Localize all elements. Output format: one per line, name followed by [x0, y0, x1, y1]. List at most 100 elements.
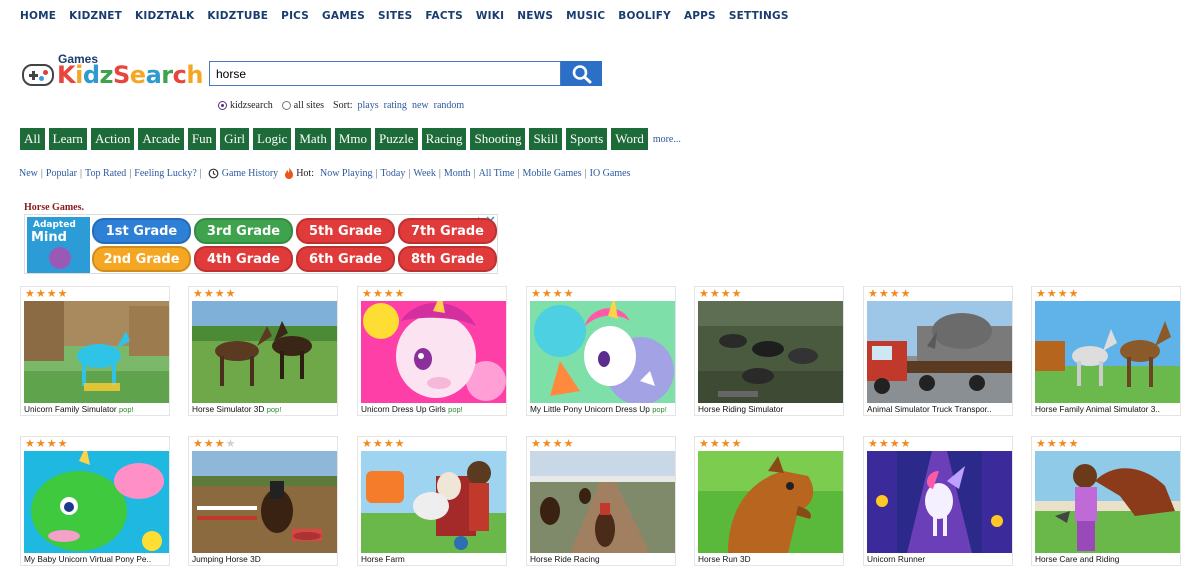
grade-button[interactable]: 3rd Grade	[194, 218, 293, 244]
nav-link-boolify[interactable]: BOOLIFY	[618, 10, 671, 22]
category-racing[interactable]: Racing	[421, 128, 467, 150]
ad-banner[interactable]: Adapted Mind 1st Grade 3rd Grade 5th Grade…	[24, 214, 498, 274]
game-history-link[interactable]: Game History	[222, 168, 278, 179]
game-thumbnail[interactable]	[530, 301, 675, 403]
game-card[interactable]: ★ ★ ★ ★ My Baby Unicorn Virtual Pony Pe..	[20, 436, 170, 566]
search-input[interactable]	[209, 61, 561, 86]
game-card[interactable]: ★ ★ ★ ★ Horse Riding Simulator	[694, 286, 844, 416]
category-mmo[interactable]: Mmo	[334, 128, 371, 150]
game-thumbnail[interactable]	[698, 451, 843, 553]
filter-top-rated[interactable]: Top Rated	[85, 168, 126, 179]
category-all[interactable]: All	[20, 128, 45, 150]
sort-link-rating[interactable]: rating	[384, 100, 407, 111]
game-thumbnail[interactable]	[867, 301, 1012, 403]
game-title[interactable]: Horse Run 3D	[698, 554, 844, 564]
hot-today[interactable]: Today	[380, 168, 405, 179]
game-card[interactable]: ★ ★ ★ ★ Horse Care and Riding	[1031, 436, 1181, 566]
radio-kidzsearch[interactable]	[218, 101, 227, 110]
category-sports[interactable]: Sports	[566, 128, 608, 150]
category-logic[interactable]: Logic	[253, 128, 292, 150]
filter-feeling-lucky-[interactable]: Feeling Lucky?	[134, 168, 196, 179]
filter-popular[interactable]: Popular	[46, 168, 77, 179]
hot-mobile-games[interactable]: Mobile Games	[522, 168, 581, 179]
category-word[interactable]: Word	[611, 128, 648, 150]
game-title[interactable]: Horse Care and Riding	[1035, 554, 1181, 564]
game-thumbnail[interactable]	[192, 451, 337, 553]
category-shooting[interactable]: Shooting	[470, 128, 526, 150]
game-card[interactable]: ★ ★ ★ ★ Animal Simulator Truck Transpor..	[863, 286, 1013, 416]
game-thumbnail[interactable]	[361, 301, 506, 403]
game-title[interactable]: Unicorn Dress Up Girls pop!	[361, 404, 507, 414]
kidzsearch-logo[interactable]: Games KidzSearch	[22, 52, 203, 92]
sort-link-random[interactable]: random	[434, 100, 465, 111]
category-math[interactable]: Math	[295, 128, 331, 150]
game-title[interactable]: Unicorn Family Simulator pop!	[24, 404, 170, 414]
nav-link-apps[interactable]: APPS	[684, 10, 716, 22]
category-puzzle[interactable]: Puzzle	[375, 128, 418, 150]
category-learn[interactable]: Learn	[48, 128, 87, 150]
game-title[interactable]: My Little Pony Unicorn Dress Up pop!	[530, 404, 676, 414]
game-title[interactable]: Jumping Horse 3D	[192, 554, 338, 564]
game-title[interactable]: Horse Riding Simulator	[698, 404, 844, 414]
filter-new[interactable]: New	[19, 168, 38, 179]
hot-io-games[interactable]: IO Games	[590, 168, 631, 179]
game-card[interactable]: ★ ★ ★ ★ Unicorn Dress Up Girls pop!	[357, 286, 507, 416]
more-categories-link[interactable]: more...	[653, 134, 681, 145]
game-card[interactable]: ★ ★ ★ ★ Jumping Horse 3D	[188, 436, 338, 566]
nav-link-wiki[interactable]: WIKI	[476, 10, 504, 22]
game-history[interactable]: Game History	[208, 168, 278, 179]
game-title[interactable]: Horse Farm	[361, 554, 507, 564]
radio-allsites[interactable]	[281, 101, 291, 110]
search-button[interactable]	[561, 61, 602, 86]
grade-button[interactable]: 6th Grade	[296, 246, 395, 272]
hot-month[interactable]: Month	[444, 168, 471, 179]
game-card[interactable]: ★ ★ ★ ★ Unicorn Family Simulator pop!	[20, 286, 170, 416]
category-arcade[interactable]: Arcade	[138, 128, 184, 150]
game-card[interactable]: ★ ★ ★ ★ Horse Ride Racing	[526, 436, 676, 566]
game-title[interactable]: Unicorn Runner	[867, 554, 1013, 564]
grade-button[interactable]: 5th Grade	[296, 218, 395, 244]
game-card[interactable]: ★ ★ ★ ★ My Little Pony Unicorn Dress Up pop!	[526, 286, 676, 416]
nav-link-home[interactable]: HOME	[20, 10, 56, 22]
nav-link-kidztube[interactable]: KIDZTUBE	[207, 10, 268, 22]
nav-link-facts[interactable]: FACTS	[425, 10, 463, 22]
nav-link-pics[interactable]: PICS	[281, 10, 309, 22]
game-title[interactable]: Horse Ride Racing	[530, 554, 676, 564]
game-card[interactable]: ★ ★ ★ ★ Horse Farm	[357, 436, 507, 566]
game-thumbnail[interactable]	[24, 451, 169, 553]
game-thumbnail[interactable]	[530, 451, 675, 553]
grade-button[interactable]: 7th Grade	[398, 218, 497, 244]
nav-link-news[interactable]: NEWS	[517, 10, 553, 22]
sort-link-new[interactable]: new	[412, 100, 429, 111]
nav-link-games[interactable]: GAMES	[322, 10, 365, 22]
game-card[interactable]: ★ ★ ★ ★ Horse Run 3D	[694, 436, 844, 566]
nav-link-kidznet[interactable]: KIDZNET	[69, 10, 122, 22]
category-girl[interactable]: Girl	[220, 128, 250, 150]
hot-week[interactable]: Week	[413, 168, 436, 179]
game-thumbnail[interactable]	[698, 301, 843, 403]
game-title[interactable]: Horse Family Animal Simulator 3..	[1035, 404, 1181, 414]
game-thumbnail[interactable]	[24, 301, 169, 403]
game-title[interactable]: Horse Simulator 3D pop!	[192, 404, 338, 414]
nav-link-kidztalk[interactable]: KIDZTALK	[135, 10, 194, 22]
game-card[interactable]: ★ ★ ★ ★ Horse Simulator 3D pop!	[188, 286, 338, 416]
game-thumbnail[interactable]	[361, 451, 506, 553]
hot-now-playing[interactable]: Now Playing	[320, 168, 373, 179]
grade-button[interactable]: 1st Grade	[92, 218, 191, 244]
game-thumbnail[interactable]	[1035, 451, 1180, 553]
nav-link-sites[interactable]: SITES	[378, 10, 412, 22]
grade-button[interactable]: 2nd Grade	[92, 246, 191, 272]
sort-link-plays[interactable]: plays	[358, 100, 379, 111]
nav-link-settings[interactable]: SETTINGS	[729, 10, 789, 22]
grade-button[interactable]: 4th Grade	[194, 246, 293, 272]
category-skill[interactable]: Skill	[529, 128, 563, 150]
grade-button[interactable]: 8th Grade	[398, 246, 497, 272]
category-action[interactable]: Action	[90, 128, 135, 150]
hot-all-time[interactable]: All Time	[479, 168, 515, 179]
game-card[interactable]: ★ ★ ★ ★ Horse Family Animal Simulator 3..	[1031, 286, 1181, 416]
game-title[interactable]: My Baby Unicorn Virtual Pony Pe..	[24, 554, 170, 564]
game-card[interactable]: ★ ★ ★ ★ Unicorn Runner	[863, 436, 1013, 566]
game-thumbnail[interactable]	[192, 301, 337, 403]
game-thumbnail[interactable]	[867, 451, 1012, 553]
category-fun[interactable]: Fun	[187, 128, 217, 150]
